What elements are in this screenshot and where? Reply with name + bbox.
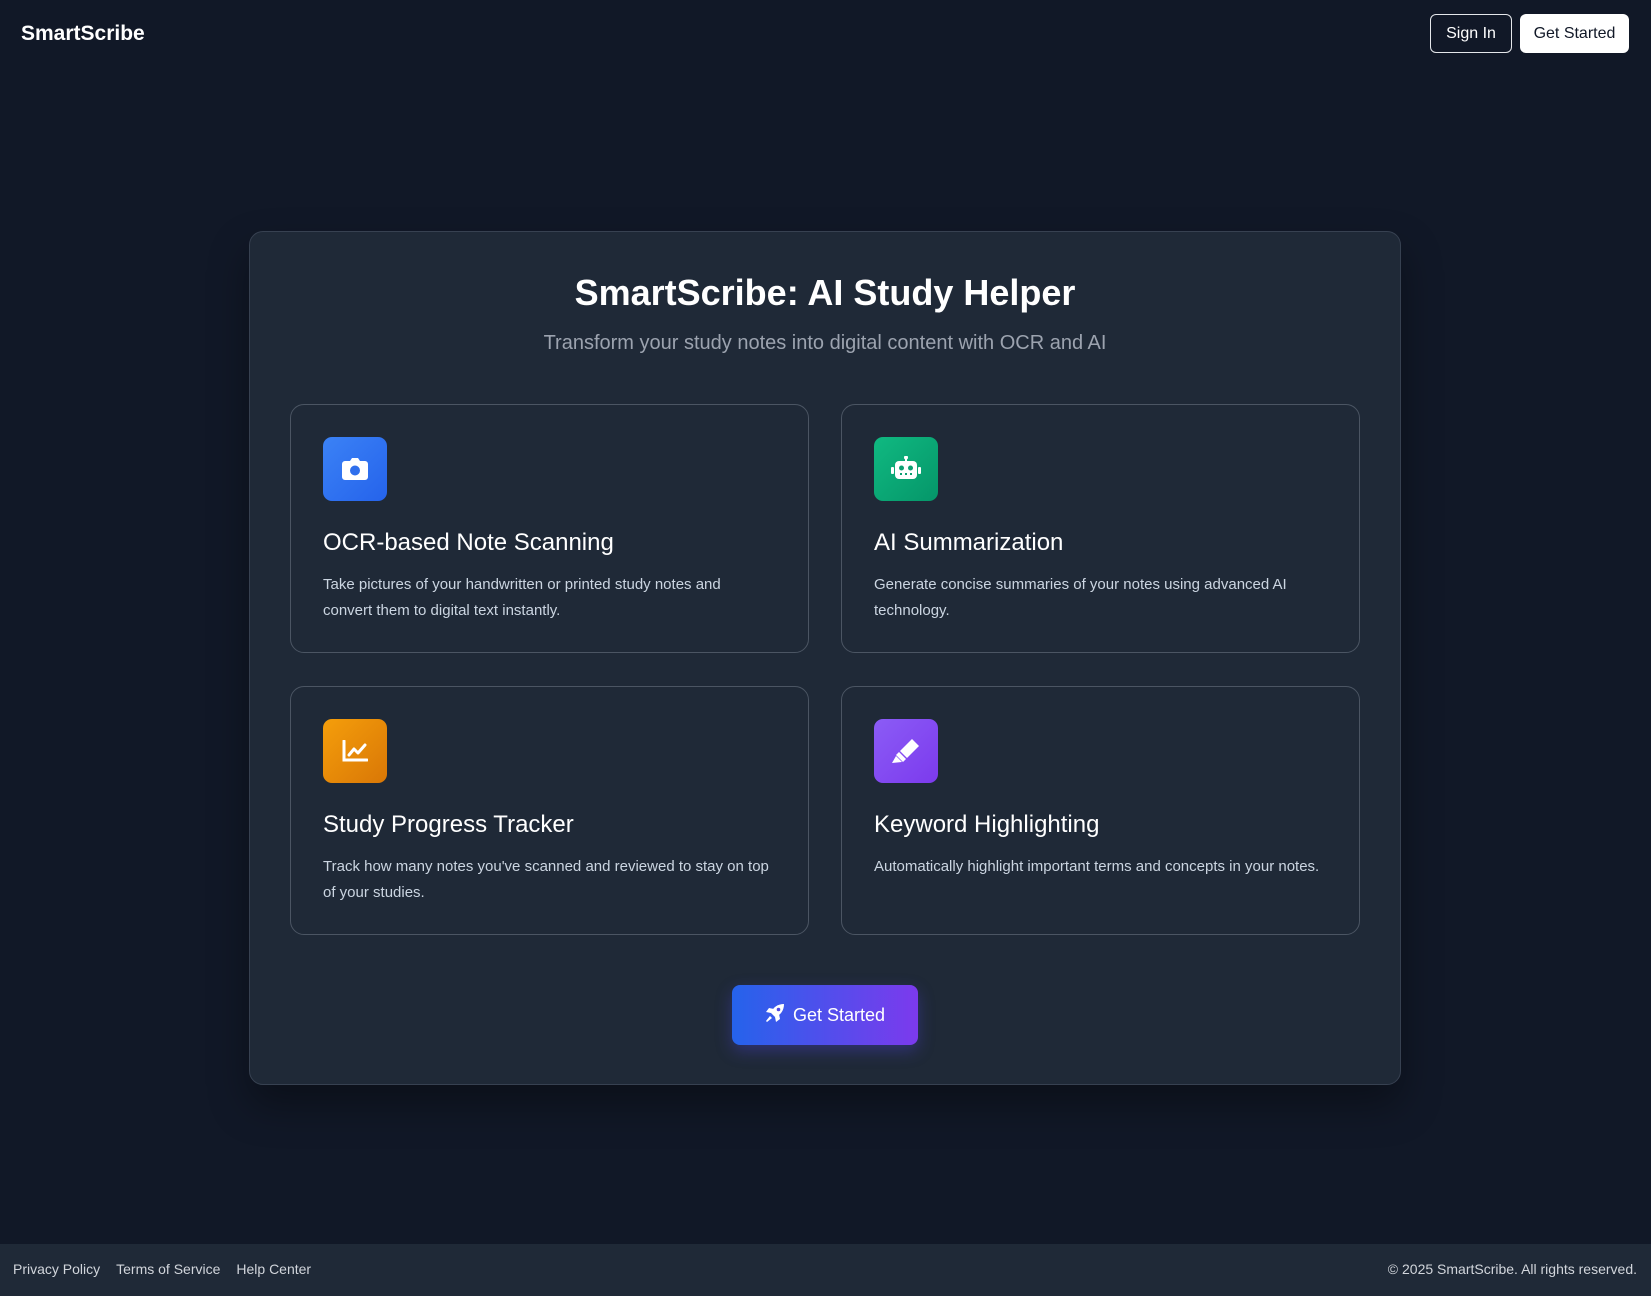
- get-started-nav-button[interactable]: Get Started: [1520, 14, 1629, 53]
- get-started-button[interactable]: Get Started: [732, 985, 918, 1045]
- feature-title: OCR-based Note Scanning: [323, 529, 614, 556]
- top-nav: SmartScribe Sign In Get Started: [0, 0, 1651, 70]
- footer-links: Privacy Policy Terms of Service Help Cen…: [13, 1261, 311, 1277]
- get-started-label: Get Started: [792, 1004, 886, 1025]
- sign-in-button[interactable]: Sign In: [1430, 14, 1512, 53]
- hero-card: SmartScribe: AI Study Helper Transform y…: [249, 231, 1401, 1085]
- rocket-icon: [765, 1003, 785, 1028]
- highlighter-icon: [874, 719, 938, 783]
- feature-description: Generate concise summaries of your notes…: [874, 576, 1287, 619]
- feature-title: Study Progress Tracker: [323, 811, 574, 838]
- robot-icon: [874, 437, 938, 501]
- feature-description: Automatically highlight important terms …: [874, 858, 1320, 875]
- footer: Privacy Policy Terms of Service Help Cen…: [0, 1244, 1651, 1296]
- terms-of-service-link[interactable]: Terms of Service: [116, 1261, 220, 1277]
- feature-card-summarization: AI Summarization Generate concise summar…: [841, 404, 1360, 653]
- feature-card-progress: Study Progress Tracker Track how many no…: [290, 686, 809, 935]
- feature-card-ocr: OCR-based Note Scanning Take pictures of…: [290, 404, 809, 653]
- camera-icon: [323, 437, 387, 501]
- feature-card-highlighting: Keyword Highlighting Automatically highl…: [841, 686, 1360, 935]
- feature-description: Take pictures of your handwritten or pri…: [323, 576, 721, 619]
- page-subtitle: Transform your study notes into digital …: [543, 332, 1107, 354]
- privacy-policy-link[interactable]: Privacy Policy: [13, 1261, 100, 1277]
- feature-title: AI Summarization: [874, 529, 1064, 556]
- copyright-text: © 2025 SmartScribe. All rights reserved.: [1387, 1261, 1637, 1277]
- chart-line-icon: [323, 719, 387, 783]
- feature-title: Keyword Highlighting: [874, 811, 1100, 838]
- page-title: SmartScribe: AI Study Helper: [574, 272, 1076, 313]
- brand-logo[interactable]: SmartScribe: [21, 22, 145, 46]
- help-center-link[interactable]: Help Center: [236, 1261, 311, 1277]
- feature-description: Track how many notes you've scanned and …: [323, 858, 769, 901]
